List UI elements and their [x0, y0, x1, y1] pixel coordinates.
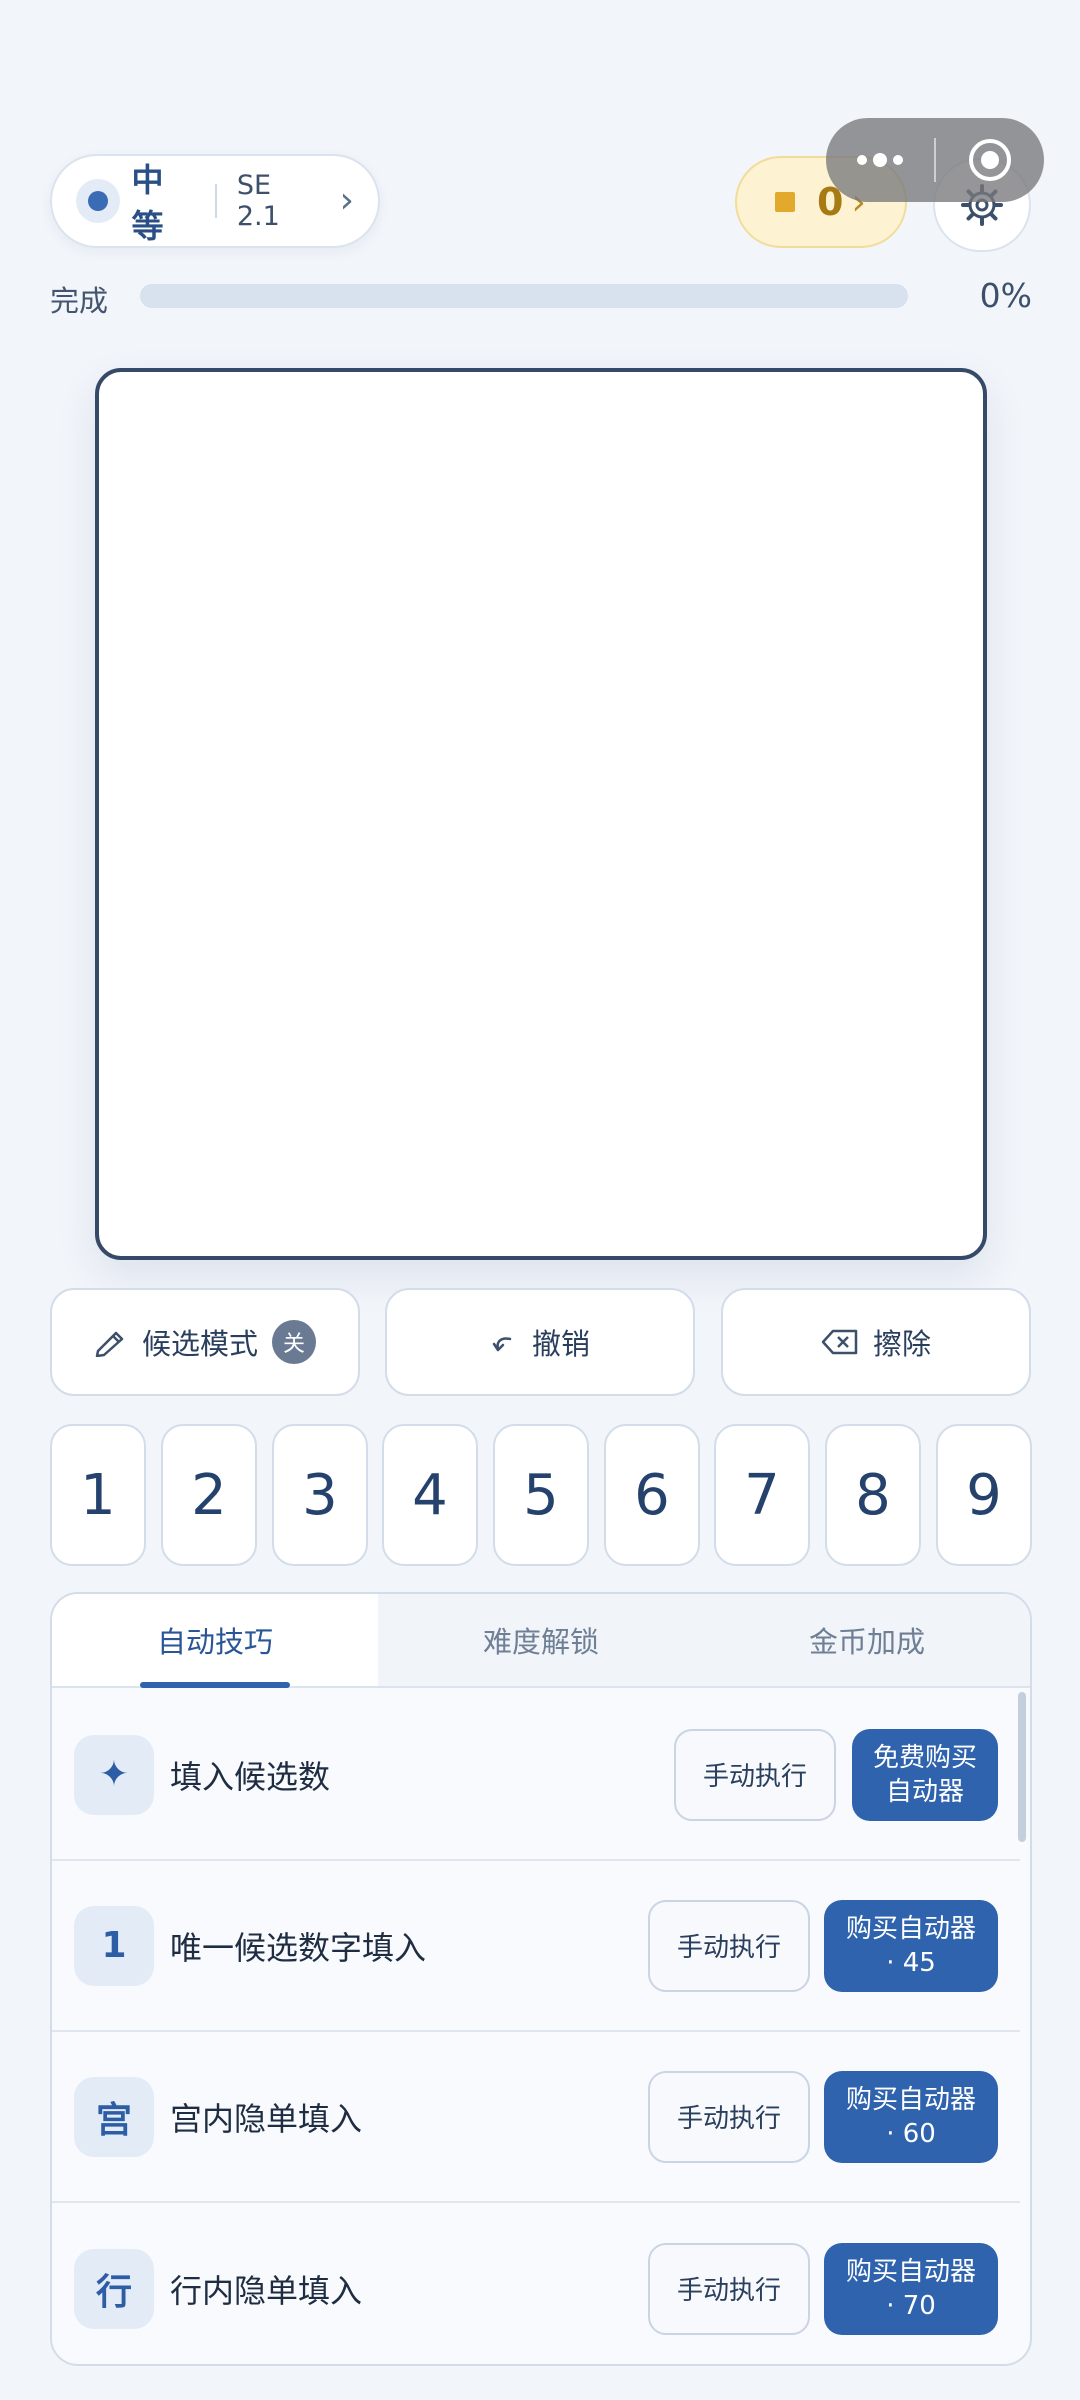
difficulty-selector[interactable]: 中等 SE 2.1 › [50, 154, 380, 248]
progress-percent: 0% [979, 276, 1032, 315]
buy-price: · 60 [886, 2118, 936, 2149]
tab-label: 难度解锁 [482, 1625, 599, 1659]
skills-tabs: 自动技巧 难度解锁 金币加成 [52, 1594, 1030, 1688]
number-key-3[interactable]: 3 [272, 1424, 368, 1566]
target-circle-icon [969, 139, 1011, 181]
undo-label: 撤销 [531, 1327, 590, 1361]
se-rating: SE 2.1 [236, 170, 280, 232]
tab-label: 自动技巧 [156, 1625, 273, 1659]
miniprogram-capsule [826, 118, 1044, 202]
skill-row: 宫 宫内隐单填入 手动执行 购买自动器 · 60 [52, 2032, 1020, 2203]
manual-execute-button[interactable]: 手动执行 [648, 2242, 810, 2335]
sparkle-icon: ✦ [74, 1734, 154, 1815]
difficulty-label: 中等 [131, 161, 164, 245]
number-key-4[interactable]: 4 [382, 1424, 478, 1566]
backspace-icon [821, 1329, 858, 1355]
candidate-mode-label: 候选模式 [141, 1327, 258, 1361]
undo-icon [492, 1337, 512, 1352]
skills-panel: 自动技巧 难度解锁 金币加成 ✦ 填入候选数 手动执行 免费购买 自动器 1 唯… [50, 1592, 1032, 2366]
manual-execute-button[interactable]: 手动执行 [648, 2070, 810, 2163]
skills-list: ✦ 填入候选数 手动执行 免费购买 自动器 1 唯一候选数字填入 手动执行 购买… [52, 1690, 1020, 2364]
skill-label: 填入候选数 [170, 1757, 331, 1796]
erase-label: 擦除 [872, 1327, 931, 1361]
buy-price: · 45 [886, 1947, 936, 1978]
manual-execute-button[interactable]: 手动执行 [648, 1899, 810, 1992]
buy-label: 购买自动器 [845, 1913, 976, 1944]
more-button[interactable] [826, 118, 934, 202]
chevron-right-icon: › [339, 180, 355, 221]
tab-label: 金币加成 [808, 1625, 925, 1659]
progress-bar [140, 284, 908, 308]
pencil-icon [95, 1331, 124, 1357]
buy-automator-button[interactable]: 免费购买 自动器 [852, 1728, 998, 1821]
progress-label: 完成 [50, 284, 109, 318]
number-key-9[interactable]: 9 [936, 1424, 1032, 1566]
buy-price: · 70 [886, 2290, 936, 2321]
skill-row: 1 唯一候选数字填入 手动执行 购买自动器 · 45 [52, 1861, 1020, 2032]
scrollbar[interactable] [1018, 1692, 1026, 1842]
skill-label: 唯一候选数字填入 [170, 1928, 427, 1967]
number-key-8[interactable]: 8 [825, 1424, 921, 1566]
number-key-5[interactable]: 5 [493, 1424, 589, 1566]
skill-row: ✦ 填入候选数 手动执行 免费购买 自动器 [52, 1690, 1020, 1861]
sudoku-board[interactable] [95, 368, 987, 1260]
tab-auto-skills[interactable]: 自动技巧 [52, 1594, 378, 1688]
buy-sublabel: 自动器 [885, 1776, 964, 1807]
coin-icon [775, 192, 795, 212]
more-dots-icon [857, 153, 903, 167]
row-icon: 行 [74, 2248, 154, 2329]
erase-button[interactable]: 擦除 [721, 1288, 1031, 1396]
undo-button[interactable]: 撤销 [385, 1288, 695, 1396]
skill-label: 宫内隐单填入 [170, 2099, 363, 2138]
box-icon: 宫 [74, 2076, 154, 2157]
digit-one-icon: 1 [74, 1905, 154, 1986]
active-tab-indicator [140, 1682, 290, 1688]
buy-automator-button[interactable]: 购买自动器 · 70 [824, 2242, 998, 2335]
difficulty-dot-icon [76, 179, 120, 223]
tab-coin-bonus[interactable]: 金币加成 [704, 1594, 1030, 1686]
number-key-2[interactable]: 2 [161, 1424, 257, 1566]
skill-row: 行 行内隐单填入 手动执行 购买自动器 · 70 [52, 2203, 1020, 2364]
number-key-7[interactable]: 7 [714, 1424, 810, 1566]
buy-automator-button[interactable]: 购买自动器 · 60 [824, 2070, 998, 2163]
buy-label: 购买自动器 [845, 2256, 976, 2287]
divider [214, 184, 217, 218]
manual-execute-button[interactable]: 手动执行 [674, 1728, 836, 1821]
close-miniprogram-button[interactable] [936, 118, 1044, 202]
buy-label: 购买自动器 [845, 2084, 976, 2115]
buy-label: 免费购买 [872, 1742, 977, 1773]
number-key-1[interactable]: 1 [50, 1424, 146, 1566]
candidate-mode-state-badge: 关 [272, 1320, 316, 1364]
tab-difficulty-unlock[interactable]: 难度解锁 [378, 1594, 704, 1686]
buy-automator-button[interactable]: 购买自动器 · 45 [824, 1899, 998, 1992]
skill-label: 行内隐单填入 [170, 2271, 363, 2310]
candidate-mode-button[interactable]: 候选模式 关 [50, 1288, 360, 1396]
number-key-6[interactable]: 6 [604, 1424, 700, 1566]
